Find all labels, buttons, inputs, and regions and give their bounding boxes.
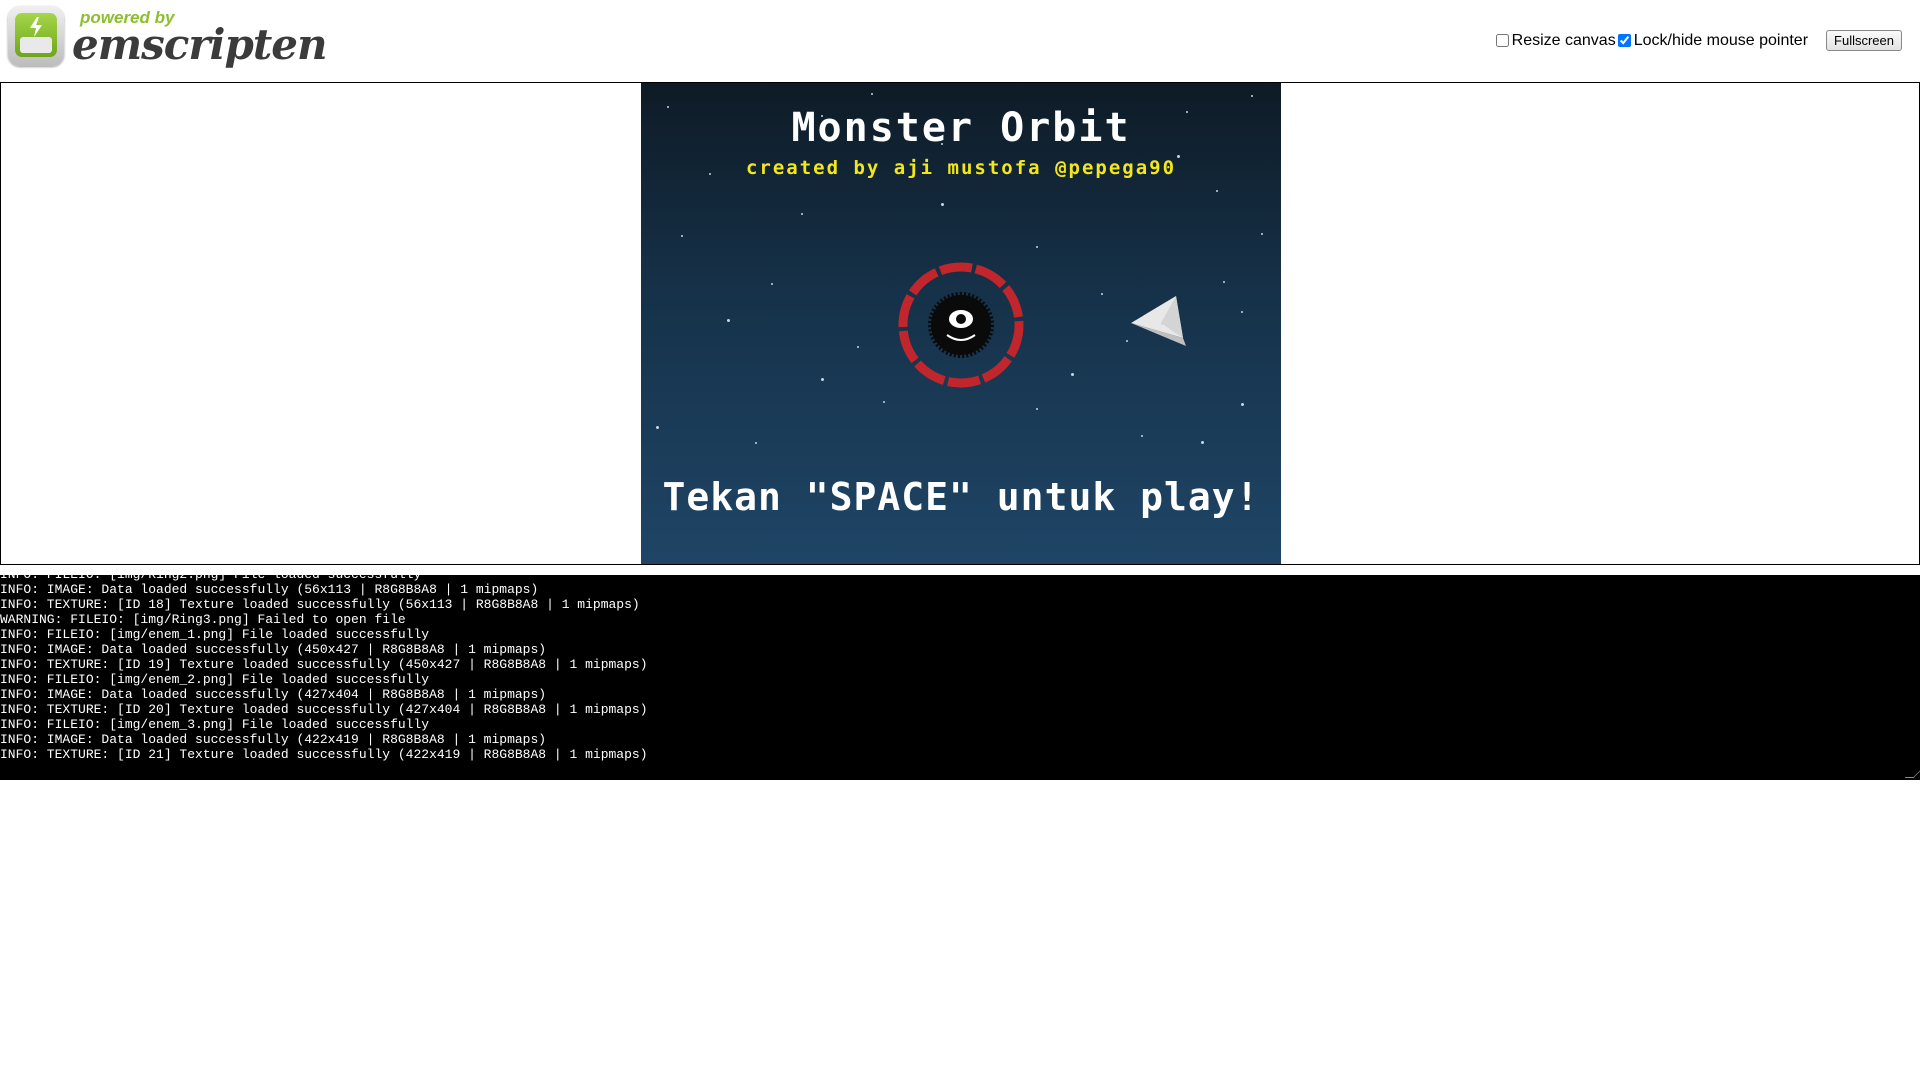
console-log-line: INFO: TEXTURE: [ID 20] Texture loaded su… [0, 702, 648, 717]
star-decoration [755, 442, 757, 444]
console-log-line: INFO: IMAGE: Data loaded successfully (4… [0, 732, 547, 747]
star-decoration [667, 106, 669, 108]
star-decoration [1216, 190, 1218, 192]
console-log-line: INFO: TEXTURE: [ID 21] Texture loaded su… [0, 747, 648, 762]
star-decoration [857, 346, 859, 348]
star-decoration [821, 378, 824, 381]
resize-canvas-label: Resize canvas [1511, 31, 1616, 49]
emscripten-logo-icon [8, 6, 64, 66]
game-title: Monster Orbit [791, 105, 1131, 151]
star-decoration [1056, 164, 1058, 166]
star-decoration [1126, 340, 1128, 342]
fullscreen-button[interactable]: Fullscreen [1826, 30, 1902, 51]
monster-orbit-ring [898, 262, 1024, 388]
console-log-lines: INFO: FILEIO: [img/Ring2.png] File loade… [0, 575, 648, 762]
star-decoration [883, 401, 885, 403]
emscripten-header: powered by emscripten Resize canvas Lock… [0, 0, 1920, 82]
star-decoration [1141, 435, 1143, 437]
star-decoration [709, 173, 711, 175]
canvas-controls: Resize canvas Lock/hide mouse pointer Fu… [1495, 30, 1902, 51]
star-decoration [1036, 408, 1038, 410]
game-canvas[interactable]: Monster Orbit created by aji mustofa @pe… [641, 83, 1281, 564]
console-log-line: INFO: FILEIO: [img/enem_1.png] File load… [0, 627, 430, 642]
resize-canvas-checkbox[interactable] [1495, 34, 1509, 47]
star-decoration [1251, 95, 1253, 97]
star-decoration [821, 115, 823, 117]
console-log-line: INFO: IMAGE: Data loaded successfully (4… [0, 687, 547, 702]
star-decoration [1201, 441, 1204, 444]
star-decoration [941, 143, 943, 145]
console-log-line: INFO: IMAGE: Data loaded successfully (5… [0, 582, 539, 597]
star-decoration [1071, 373, 1074, 376]
console-output[interactable]: INFO: FILEIO: [img/Ring2.png] File loade… [0, 575, 1920, 780]
star-decoration [1241, 403, 1244, 406]
console-log-line: INFO: FILEIO: [img/enem_3.png] File load… [0, 717, 430, 732]
console-resize-handle[interactable] [1904, 769, 1920, 778]
console-log-line: INFO: FILEIO: [img/enem_2.png] File load… [0, 672, 430, 687]
lock-pointer-option[interactable]: Lock/hide mouse pointer [1617, 31, 1809, 50]
logo-name-text: emscripten [72, 20, 327, 69]
console-log-line: INFO: TEXTURE: [ID 19] Texture loaded su… [0, 657, 648, 672]
star-decoration [871, 93, 873, 95]
emscripten-logo[interactable]: powered by emscripten [8, 6, 327, 70]
star-decoration [941, 203, 944, 206]
lock-pointer-label: Lock/hide mouse pointer [1633, 31, 1809, 49]
game-start-prompt: Tekan "SPACE" untuk play! [662, 475, 1260, 519]
console-log-line: INFO: IMAGE: Data loaded successfully (4… [0, 642, 547, 657]
console-log-line: WARNING: FILEIO: [img/Ring3.png] Failed … [0, 612, 406, 627]
star-decoration [1036, 246, 1038, 248]
star-decoration [801, 213, 803, 215]
resize-canvas-option[interactable]: Resize canvas [1495, 31, 1616, 50]
star-decoration [1161, 323, 1163, 325]
star-decoration [1223, 281, 1225, 283]
console-log-line: INFO: TEXTURE: [ID 18] Texture loaded su… [0, 597, 640, 612]
lock-pointer-checkbox[interactable] [1617, 34, 1631, 47]
star-decoration [1241, 311, 1243, 313]
star-decoration [1177, 155, 1180, 158]
star-decoration [1101, 293, 1103, 295]
monster-icon [928, 292, 994, 358]
star-decoration [681, 235, 683, 237]
star-decoration [1186, 111, 1188, 113]
star-decoration [656, 426, 659, 429]
star-decoration [727, 319, 730, 322]
star-decoration [1261, 233, 1263, 235]
star-decoration [771, 283, 773, 285]
game-credit: created by aji mustofa @pepega90 [745, 157, 1177, 179]
console-log-line: INFO: FILEIO: [img/Ring2.png] File loade… [0, 575, 648, 582]
canvas-container: Monster Orbit created by aji mustofa @pe… [0, 82, 1920, 565]
